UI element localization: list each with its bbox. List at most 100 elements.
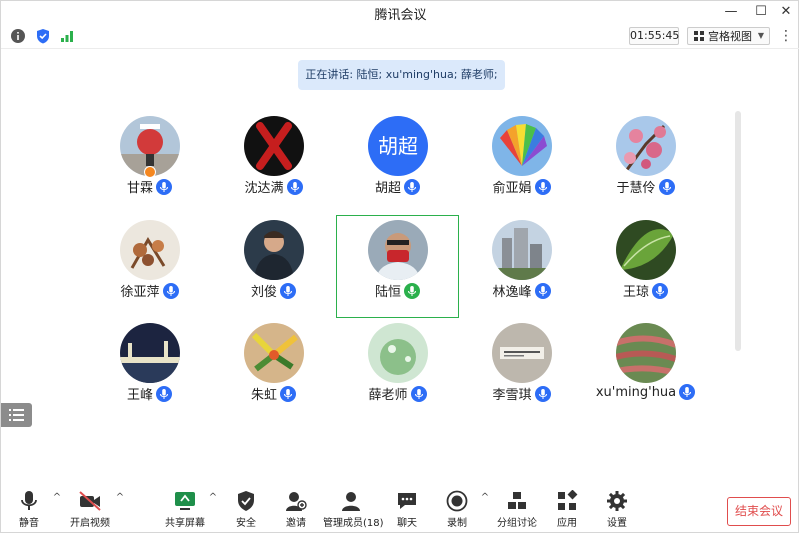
participant-tile[interactable]: 胡超 胡超 — [336, 112, 459, 215]
share-screen-button[interactable]: 共享屏幕 — [165, 490, 205, 530]
participant-tile[interactable]: 王峰 — [88, 319, 211, 422]
settings-button[interactable]: 设置 — [603, 490, 631, 530]
view-mode-label: 宫格视图 — [708, 30, 752, 43]
share-screen-icon — [175, 492, 195, 510]
breakout-label: 分组讨论 — [497, 518, 537, 529]
view-mode-button[interactable]: 宫格视图 ▼ — [687, 27, 770, 45]
participant-name: 俞亚娟 — [492, 181, 532, 196]
microphone-icon[interactable] — [534, 385, 551, 402]
avatar-text: 胡超 — [378, 134, 418, 158]
participant-tile[interactable]: 俞亚娟 — [460, 112, 583, 215]
avatar — [491, 323, 552, 383]
microphone-icon[interactable] — [658, 178, 675, 195]
avatar — [243, 323, 304, 383]
avatar — [491, 220, 552, 280]
chat-button[interactable]: 聊天 — [393, 490, 421, 530]
participant-tile[interactable]: 朱虹 — [212, 319, 335, 422]
gear-icon — [607, 491, 627, 511]
avatar: 胡超 — [367, 116, 428, 176]
members-label: 管理成员(18) — [323, 518, 384, 529]
record-label: 录制 — [447, 518, 467, 529]
maximize-icon[interactable]: ☐ — [749, 3, 773, 21]
participant-name: 薛老师 — [368, 388, 408, 403]
microphone-icon[interactable] — [280, 385, 296, 402]
participant-name: 李雪琪 — [492, 388, 532, 403]
microphone-icon[interactable] — [534, 178, 551, 195]
participant-name: 王峰 — [126, 388, 153, 403]
chevron-up-icon[interactable]: ^ — [207, 492, 219, 504]
participant-name: 王琼 — [622, 285, 649, 300]
meeting-timer: 01:55:45 — [629, 27, 679, 45]
security-label: 安全 — [236, 518, 256, 529]
video-off-icon — [79, 491, 101, 511]
more-icon[interactable]: ⋮ — [777, 27, 795, 45]
participant-tile[interactable]: 沈达满 — [212, 112, 335, 215]
microphone-icon[interactable] — [652, 282, 668, 299]
chat-icon — [398, 493, 416, 509]
microphone-icon[interactable] — [404, 178, 420, 195]
avatar — [243, 220, 304, 280]
chevron-down-icon: ▼ — [757, 31, 764, 40]
participant-tile[interactable]: 薛老师 — [336, 319, 459, 422]
bottom-toolbar: 静音 ^ 开启视频 ^ 共享屏幕 ^ 安全 邀请 管理成员(18) 聊天 录制 … — [1, 486, 799, 533]
avatar — [491, 116, 552, 176]
top-toolbar: 01:55:45 宫格视图 ▼ ⋮ — [1, 25, 799, 47]
participant-tile[interactable]: 徐亚萍 — [88, 216, 211, 319]
microphone-icon[interactable] — [162, 282, 179, 299]
add-user-icon — [286, 492, 307, 511]
avatar — [119, 220, 180, 280]
shield-icon[interactable] — [35, 28, 51, 44]
participant-tile[interactable]: 李雪琪 — [460, 319, 583, 422]
list-icon — [9, 409, 24, 421]
participant-tile[interactable]: 刘俊 — [212, 216, 335, 319]
title-bar: 腾讯会议 — ☐ ✕ — [1, 1, 799, 23]
microphone-icon[interactable] — [286, 178, 303, 195]
microphone-icon[interactable] — [679, 384, 696, 400]
record-icon — [446, 490, 468, 512]
avatar — [367, 323, 428, 383]
microphone-active-icon[interactable] — [404, 282, 420, 299]
participant-name: 胡超 — [374, 181, 401, 196]
speaking-banner: 正在讲话: 陆恒; xu'ming'hua; 薛老师; — [298, 60, 505, 90]
participant-name: 刘俊 — [250, 285, 277, 300]
microphone-icon[interactable] — [534, 282, 551, 299]
participant-name: xu'ming'hua — [595, 384, 677, 400]
participant-list-button[interactable] — [1, 403, 32, 427]
video-button[interactable]: 开启视频 — [67, 490, 113, 530]
chevron-up-icon[interactable]: ^ — [114, 492, 126, 504]
manage-members-button[interactable]: 管理成员(18) — [323, 490, 384, 530]
record-button[interactable]: 录制 — [443, 490, 471, 530]
microphone-icon[interactable] — [156, 178, 172, 195]
participant-tile[interactable]: 王琼 — [584, 216, 707, 319]
participant-tile[interactable]: xu'ming'hua — [584, 319, 707, 422]
grid-view-icon — [694, 31, 704, 41]
network-signal-icon[interactable] — [59, 28, 75, 44]
end-meeting-button[interactable]: 结束会议 — [727, 497, 791, 526]
apps-button[interactable]: 应用 — [553, 490, 581, 530]
security-button[interactable]: 安全 — [231, 490, 261, 530]
active-speaker-tile[interactable]: 陆恒 — [336, 215, 459, 318]
chevron-up-icon[interactable]: ^ — [479, 492, 491, 504]
chevron-up-icon[interactable]: ^ — [51, 492, 63, 504]
participant-tile[interactable]: 林逸峰 — [460, 216, 583, 319]
invite-button[interactable]: 邀请 — [281, 490, 311, 530]
mute-label: 静音 — [19, 518, 39, 529]
grid-scrollbar[interactable] — [735, 111, 741, 351]
participant-name: 徐亚萍 — [120, 285, 160, 300]
info-icon[interactable] — [10, 28, 26, 44]
mute-button[interactable]: 静音 — [15, 490, 43, 530]
participant-name: 甘霖 — [126, 181, 153, 196]
microphone-icon[interactable] — [280, 282, 296, 299]
microphone-icon[interactable] — [156, 385, 172, 402]
breakout-button[interactable]: 分组讨论 — [497, 490, 537, 530]
participant-tile[interactable]: 甘霖 — [88, 112, 211, 215]
microphone-icon — [21, 491, 37, 510]
apps-icon — [558, 490, 578, 510]
invite-label: 邀请 — [286, 518, 306, 529]
participant-tile[interactable]: 于慧伶 — [584, 112, 707, 215]
members-icon — [342, 492, 360, 511]
microphone-icon[interactable] — [410, 385, 427, 402]
apps-label: 应用 — [557, 518, 577, 529]
minimize-icon[interactable]: — — [719, 3, 743, 21]
close-icon[interactable]: ✕ — [774, 3, 798, 21]
